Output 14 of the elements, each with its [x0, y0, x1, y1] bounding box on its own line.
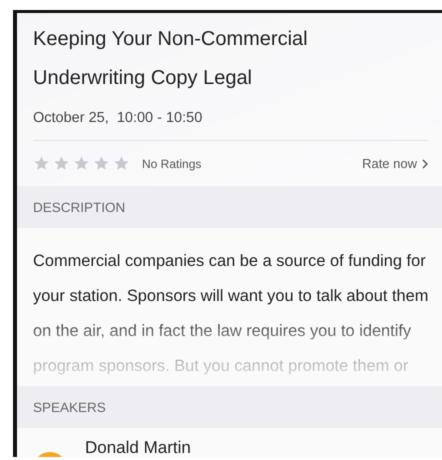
star-icon: [53, 155, 70, 172]
session-time: October 25, 10:00 - 10:50: [33, 98, 428, 141]
speaker-name[interactable]: Donald Martin: [85, 438, 191, 457]
star-icon: [113, 155, 130, 172]
chevron-icon: [422, 158, 428, 168]
section-header: DESCRIPTION: [17, 186, 442, 228]
section-header: SPEAKERS: [17, 386, 442, 428]
star-icon: [73, 155, 90, 172]
session-title: Keeping Your Non-Commercial Underwriting Copy Legal: [33, 27, 309, 91]
description-text: Commercial companies can be a source of funding for your station. Sponsors will want you to talk about them on the air, and in fact the law requires you to identify program sponsors. But you cannot promote them or: [33, 251, 430, 377]
star-icon: [93, 155, 110, 172]
rate-now-link[interactable]: Rate now: [362, 156, 428, 171]
star-icon: [33, 155, 50, 172]
rating-status: No Ratings: [142, 156, 202, 170]
